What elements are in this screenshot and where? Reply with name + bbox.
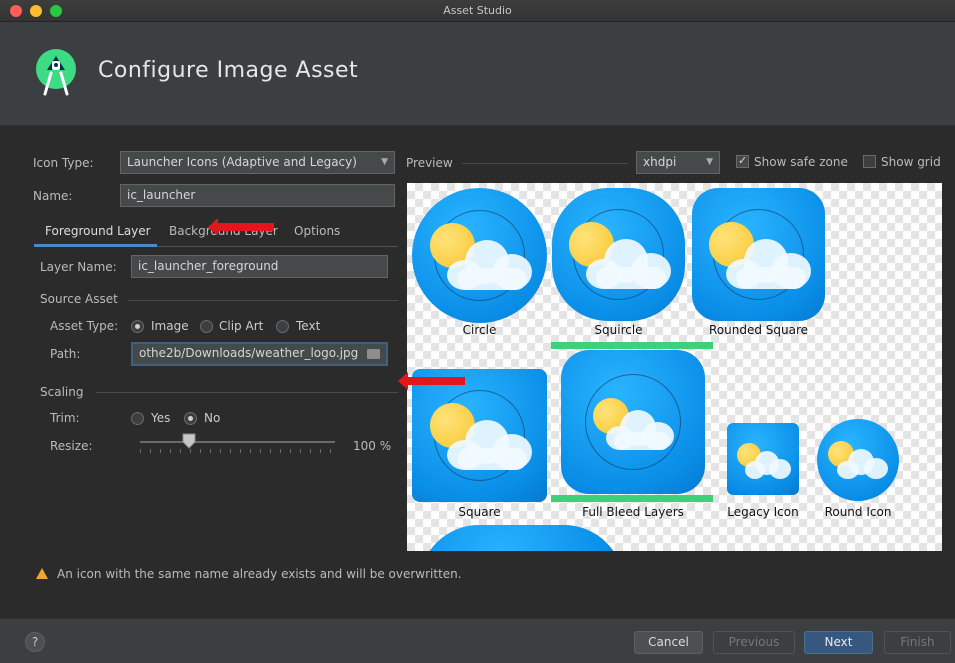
- partial-icon-preview: [419, 525, 624, 551]
- trim-label: Trim:: [50, 411, 80, 425]
- layer-name-value: ic_launcher_foreground: [138, 259, 279, 273]
- annotation-arrow-icon: [398, 372, 465, 390]
- wizard-header: Configure Image Asset: [0, 22, 955, 126]
- rounded-square-icon-preview: [692, 188, 825, 321]
- annotation-arrow-icon: [208, 218, 274, 236]
- square-icon-preview: [412, 369, 547, 502]
- circle-icon-preview: [412, 188, 547, 323]
- asset-type-label: Asset Type:: [50, 319, 119, 333]
- show-grid-checkbox[interactable]: [863, 155, 876, 168]
- tab-foreground-layer[interactable]: Foreground Layer: [34, 219, 157, 247]
- icon-preview-area: Circle Squircle Rounded Square Square Fu…: [407, 183, 942, 551]
- density-value: xhdpi: [643, 155, 677, 169]
- show-safe-zone-checkbox[interactable]: [736, 154, 749, 168]
- preview-label: Preview: [406, 156, 453, 170]
- finish-button[interactable]: Finish: [884, 631, 951, 654]
- caption-circle: Circle: [462, 323, 497, 337]
- asset-type-image-radio[interactable]: [131, 320, 144, 333]
- show-safe-zone-label: Show safe zone: [754, 155, 848, 169]
- android-studio-icon: [36, 49, 76, 96]
- resize-slider-ticks: [140, 449, 335, 453]
- name-field[interactable]: ic_launcher: [120, 184, 395, 207]
- show-grid-label: Show grid: [881, 155, 941, 169]
- trim-yes-radio[interactable]: [131, 412, 144, 425]
- close-window-button[interactable]: [10, 5, 22, 17]
- resize-label: Resize:: [50, 439, 93, 453]
- cancel-button[interactable]: Cancel: [634, 631, 703, 654]
- full-bleed-layers-preview: [561, 350, 705, 494]
- maximize-window-button[interactable]: [50, 5, 62, 17]
- squircle-icon-preview: [552, 188, 685, 321]
- section-divider: [462, 163, 628, 164]
- name-value: ic_launcher: [127, 188, 196, 202]
- icon-type-label: Icon Type:: [33, 156, 94, 170]
- caption-rounded-square: Rounded Square: [708, 323, 809, 337]
- help-button[interactable]: ?: [25, 632, 45, 652]
- window-titlebar: Asset Studio: [0, 0, 955, 22]
- name-label: Name:: [33, 189, 73, 203]
- asset-type-clipart-radio[interactable]: [200, 320, 213, 333]
- radio-label: Text: [296, 319, 321, 333]
- layer-name-field[interactable]: ic_launcher_foreground: [131, 255, 388, 278]
- tab-label: Foreground Layer: [45, 224, 151, 238]
- squircle-safe-indicator: [551, 342, 713, 349]
- resize-value: 100 %: [353, 439, 392, 453]
- minimize-window-button[interactable]: [30, 5, 42, 17]
- path-field[interactable]: othe2b/Downloads/weather_logo.jpg: [131, 342, 388, 366]
- icon-type-dropdown[interactable]: Launcher Icons (Adaptive and Legacy) ▼: [120, 151, 395, 174]
- resize-slider-thumb[interactable]: [182, 433, 196, 449]
- window-title: Asset Studio: [443, 4, 512, 17]
- radio-label: No: [204, 411, 221, 425]
- legacy-icon-preview: [727, 423, 799, 495]
- caption-full-bleed-layers: Full Bleed Layers: [582, 505, 684, 519]
- trim-no-radio[interactable]: [184, 412, 197, 425]
- radio-label: Clip Art: [219, 319, 264, 333]
- caption-round-icon: Round Icon: [824, 505, 892, 519]
- caption-legacy-icon: Legacy Icon: [727, 505, 799, 519]
- section-divider: [128, 300, 398, 301]
- resize-slider-track[interactable]: [140, 441, 335, 443]
- icon-type-value: Launcher Icons (Adaptive and Legacy): [127, 155, 357, 169]
- density-dropdown[interactable]: xhdpi ▼: [636, 151, 720, 174]
- previous-button[interactable]: Previous: [713, 631, 795, 654]
- asset-type-text-radio[interactable]: [276, 320, 289, 333]
- tab-options[interactable]: Options: [294, 219, 354, 247]
- caption-square: Square: [458, 505, 501, 519]
- tab-label: Options: [294, 224, 341, 238]
- layer-name-label: Layer Name:: [40, 260, 117, 274]
- path-label: Path:: [50, 347, 81, 361]
- next-button[interactable]: Next: [804, 631, 873, 654]
- scaling-heading: Scaling: [40, 385, 84, 399]
- wizard-footer: ? Cancel Previous Next Finish: [0, 618, 955, 663]
- folder-icon[interactable]: [367, 349, 380, 359]
- chevron-down-icon: ▼: [706, 157, 713, 167]
- radio-label: Yes: [151, 411, 171, 425]
- round-icon-preview: [817, 419, 899, 501]
- source-asset-heading: Source Asset: [40, 292, 118, 306]
- page-title: Configure Image Asset: [98, 58, 359, 83]
- overwrite-warning: An icon with the same name already exist…: [57, 567, 462, 581]
- chevron-down-icon: ▼: [381, 157, 388, 167]
- caption-squircle: Squircle: [594, 323, 643, 337]
- full-bleed-safe-indicator: [551, 495, 713, 502]
- path-value: othe2b/Downloads/weather_logo.jpg: [139, 346, 359, 360]
- warning-icon: [36, 568, 48, 579]
- radio-label: Image: [151, 319, 189, 333]
- section-divider: [96, 392, 398, 393]
